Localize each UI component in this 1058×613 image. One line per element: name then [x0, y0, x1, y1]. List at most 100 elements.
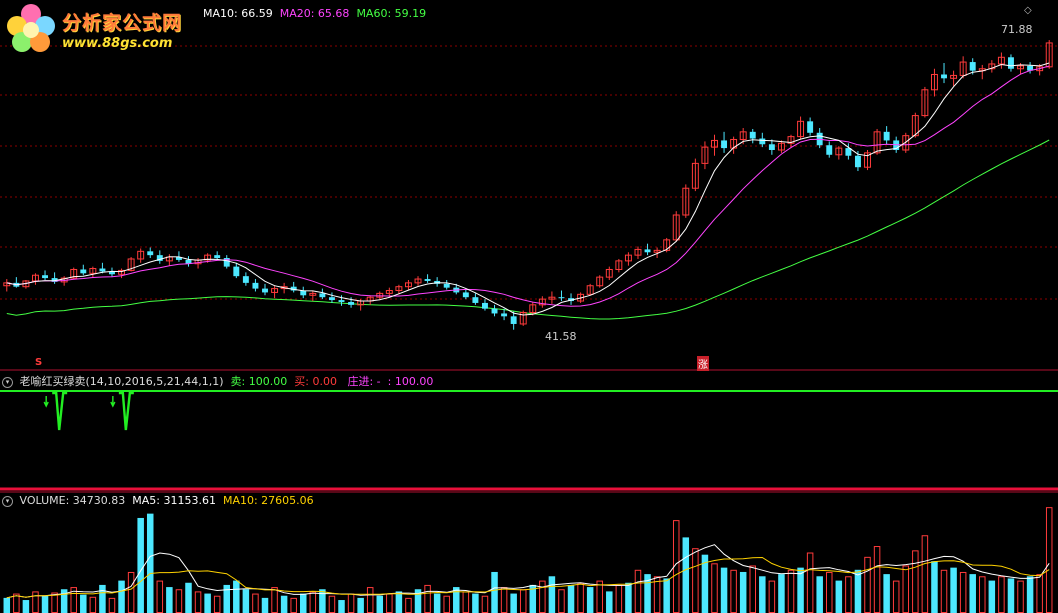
volume-bar-up	[711, 563, 718, 613]
indicator-sell-spike	[118, 391, 134, 431]
candle-body-down	[472, 297, 479, 303]
volume-bar-down	[118, 580, 125, 613]
volume-bar-down	[166, 587, 173, 613]
volume-value: VOLUME: 34730.83	[19, 494, 126, 507]
volume-bar-up	[692, 548, 699, 613]
volume-bar-down	[376, 595, 384, 613]
volume-bar-up	[826, 571, 833, 613]
candle-body-down	[262, 288, 268, 293]
indicator-header: ▾ 老喻红买绿卖(14,10,2016,5,21,44,1,1) 卖: 100.…	[2, 373, 433, 389]
sell-arrow-icon	[110, 396, 116, 408]
candle-body-down	[644, 249, 651, 253]
candle-body-down	[768, 144, 775, 150]
volume-bar-down	[739, 571, 747, 613]
volume-bar-up	[424, 584, 431, 613]
volume-bar-up	[213, 595, 221, 613]
indicator-plot	[0, 390, 1058, 491]
volume-bar-up	[892, 580, 900, 613]
candle-body-down	[252, 282, 259, 289]
volume-bar-up	[290, 597, 297, 613]
volume-bar-down	[99, 584, 106, 613]
volume-bar-up	[912, 550, 919, 613]
flower-logo-icon	[7, 4, 55, 52]
volume-bar-down	[433, 593, 441, 613]
diamond-icon[interactable]: ◇	[1024, 5, 1032, 16]
volume-bar-up	[902, 565, 910, 613]
volume-bar-down	[242, 589, 250, 613]
volume-ma-lines	[6, 544, 1050, 599]
volume-bar-up	[730, 569, 737, 613]
volume-bar-up	[309, 591, 317, 613]
indicator-name: 老喻红买绿卖(14,10,2016,5,21,44,1,1)	[19, 375, 224, 388]
candle-body-down	[233, 266, 240, 277]
candle-body-down	[1007, 57, 1014, 69]
candle-body-down	[558, 297, 565, 299]
volume-bar-up	[405, 597, 412, 613]
volume-bar-up	[271, 587, 278, 613]
volume-bar-down	[586, 587, 594, 613]
volume-bar-down	[137, 517, 144, 613]
volume-collapse-icon[interactable]: ▾	[2, 495, 13, 507]
ma20-polyline	[6, 65, 1050, 307]
volume-bar-down	[472, 593, 479, 613]
volume-bar-up	[634, 569, 642, 613]
volume-bar-down	[22, 600, 30, 613]
volume-bar-up	[443, 595, 450, 613]
logo-url: www.88gs.com	[62, 36, 173, 51]
volume-bar-down	[854, 569, 862, 613]
volume-bar-up	[979, 576, 986, 613]
candle-body-down	[854, 155, 861, 168]
volume-bar-down	[185, 582, 192, 613]
candle-body-down	[319, 293, 326, 298]
ma60-value: MA60: 59.19	[356, 7, 427, 20]
volume-bar-up	[749, 565, 756, 613]
price-grid	[0, 45, 1058, 300]
indicator-sell: 卖: 100.00	[230, 375, 288, 388]
indicator-zhuang: 庄进: -	[347, 375, 381, 388]
volume-bar-down	[883, 574, 890, 613]
indicator-collapse-icon[interactable]: ▾	[2, 376, 13, 388]
ma20-line	[6, 65, 1050, 307]
indicator-zhuang-value: : 100.00	[387, 375, 434, 388]
volume-bar-up	[519, 589, 527, 613]
volume-bar-up	[959, 571, 967, 613]
indicator-sell-spike	[52, 391, 68, 431]
volume-bar-up	[32, 591, 39, 613]
volume-bar-up	[13, 593, 20, 613]
volume-bar-up	[921, 535, 929, 613]
candle-body-down	[510, 316, 517, 324]
candle-body-down	[99, 268, 106, 272]
volume-bar-up	[806, 552, 814, 613]
volume-bar-down	[280, 595, 288, 613]
ma10-line	[6, 62, 1050, 316]
volume-bar-up	[386, 593, 393, 613]
stock-chart-canvas[interactable]	[0, 0, 1058, 613]
candle-body-down	[749, 131, 756, 139]
ma20-value: MA20: 65.68	[279, 7, 350, 20]
volume-bar-down	[759, 576, 766, 613]
volume-bar-down	[720, 567, 728, 613]
volume-bar-down	[41, 595, 49, 613]
volume-bar-down	[606, 591, 613, 613]
candle-body-down	[501, 313, 508, 317]
volume-bar-down	[797, 567, 804, 613]
signal-marker-s: S	[35, 357, 43, 368]
ma60-polyline	[6, 139, 1050, 320]
volume-ma5: MA5: 31153.61	[132, 494, 216, 507]
volume-ma10: MA10: 27605.06	[222, 494, 314, 507]
ma10-value: MA10: 66.59	[203, 7, 273, 20]
volume-bar-down	[261, 597, 269, 613]
candle-body-down	[242, 276, 249, 283]
volume-bar-up	[51, 592, 58, 613]
volume-bar-up	[156, 580, 164, 613]
volume-bar-down	[682, 537, 690, 613]
volume-bar-up	[768, 580, 776, 613]
candle-body-down	[721, 140, 728, 149]
volume-bar-up	[347, 593, 355, 613]
ma10-polyline	[6, 62, 1050, 316]
volume-bar-down	[816, 576, 823, 613]
candle-body-down	[80, 269, 87, 274]
volume-bar-down	[80, 594, 87, 613]
candle-body-down	[481, 302, 488, 309]
volume-bar-down	[988, 580, 996, 613]
